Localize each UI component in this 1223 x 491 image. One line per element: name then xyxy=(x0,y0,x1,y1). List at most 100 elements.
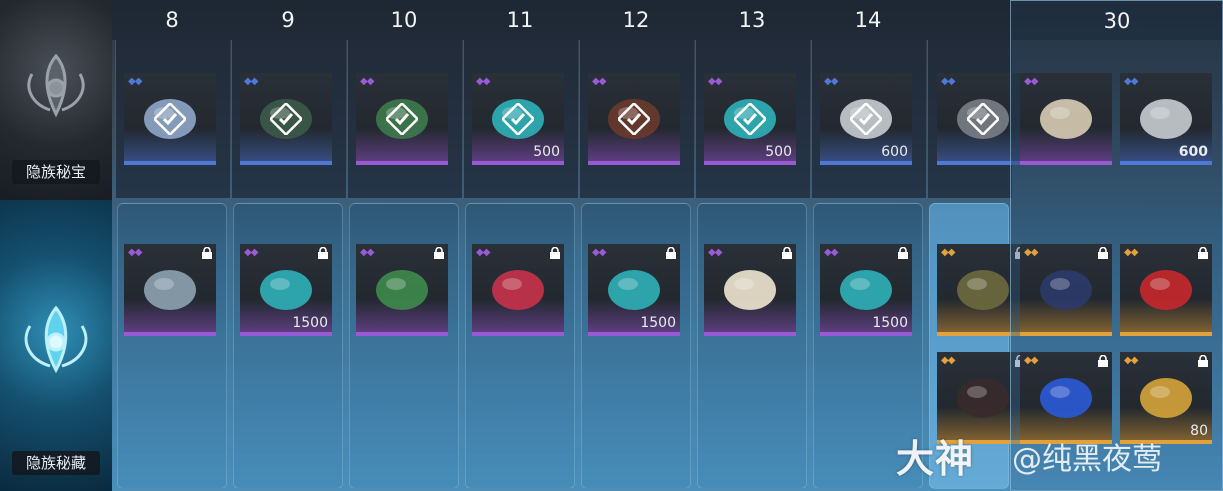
lock-icon xyxy=(1098,355,1108,367)
watermark-brand: 大神 xyxy=(896,437,975,481)
tier-sidebar: 隐族秘宝 隐族秘藏 xyxy=(0,0,112,491)
rarity-bar xyxy=(124,332,216,336)
day-number: 12 xyxy=(622,8,650,32)
rarity-mark-icon: ◆◆ xyxy=(476,247,490,258)
rarity-bar xyxy=(704,161,796,165)
claimed-check-icon xyxy=(967,103,999,135)
reward-item[interactable]: ◆◆ 600 xyxy=(820,73,912,165)
cyan-feather-icon xyxy=(260,270,312,310)
reward-item[interactable]: ◆◆ 1500 xyxy=(588,244,680,336)
reward-item[interactable]: ◆◆ 80 xyxy=(1120,352,1212,444)
rarity-mark-icon: ◆◆ xyxy=(941,76,955,87)
dark-hood-icon xyxy=(957,378,1009,418)
item-count: 500 xyxy=(765,144,792,160)
rarity-bar xyxy=(1020,161,1112,165)
reward-item[interactable]: ◆◆ xyxy=(588,73,680,165)
reward-item[interactable]: ◆◆ 500 xyxy=(704,73,796,165)
rarity-bar xyxy=(820,161,912,165)
rarity-bar xyxy=(588,161,680,165)
cyan-feather-icon xyxy=(608,270,660,310)
rarity-mark-icon: ◆◆ xyxy=(1124,76,1138,87)
reward-item[interactable]: ◆◆ xyxy=(124,73,216,165)
dark-armor-icon xyxy=(1040,270,1092,310)
cyan-feather-icon xyxy=(840,270,892,310)
rarity-mark-icon: ◆◆ xyxy=(1124,355,1138,366)
rarity-mark-icon: ◆◆ xyxy=(708,247,722,258)
rarity-bar xyxy=(240,332,332,336)
silver-coin-icon xyxy=(1140,99,1192,139)
rarity-mark-icon: ◆◆ xyxy=(708,76,722,87)
rarity-bar xyxy=(1120,161,1212,165)
reward-item[interactable]: ◆◆ xyxy=(1020,244,1112,336)
reward-item[interactable]: ◆◆ xyxy=(704,244,796,336)
rarity-mark-icon: ◆◆ xyxy=(128,76,142,87)
reward-item[interactable]: ◆◆ 1500 xyxy=(240,244,332,336)
rarity-bar xyxy=(356,332,448,336)
rarity-mark-icon: ◆◆ xyxy=(1124,247,1138,258)
rarity-mark-icon: ◆◆ xyxy=(824,247,838,258)
claimed-check-icon xyxy=(270,103,302,135)
lock-icon xyxy=(782,247,792,259)
rarity-mark-icon: ◆◆ xyxy=(592,76,606,87)
reward-item[interactable]: ◆◆ xyxy=(356,244,448,336)
rarity-mark-icon: ◆◆ xyxy=(592,247,606,258)
free-tier-label: 隐族秘宝 xyxy=(12,160,100,184)
reward-item[interactable]: ◆◆ xyxy=(472,244,564,336)
rarity-mark-icon: ◆◆ xyxy=(360,247,374,258)
lock-icon xyxy=(1198,247,1208,259)
claimed-check-icon xyxy=(386,103,418,135)
rarity-bar xyxy=(704,332,796,336)
item-count: 500 xyxy=(533,144,560,160)
day-number: 11 xyxy=(506,8,534,32)
claimed-check-icon xyxy=(618,103,650,135)
claimed-check-icon xyxy=(734,103,766,135)
day-number: 13 xyxy=(738,8,766,32)
item-count: 1500 xyxy=(292,315,328,331)
rarity-mark-icon: ◆◆ xyxy=(360,76,374,87)
rarity-bar xyxy=(820,332,912,336)
reward-item[interactable]: ◆◆ xyxy=(124,244,216,336)
reward-item[interactable]: ◆◆ xyxy=(240,73,332,165)
sticker-girl-icon xyxy=(724,270,776,310)
rarity-mark-icon: ◆◆ xyxy=(824,76,838,87)
rarity-bar xyxy=(240,161,332,165)
item-count: 80 xyxy=(1190,423,1208,439)
day-number: 14 xyxy=(854,8,882,32)
claimed-check-icon xyxy=(154,103,186,135)
rarity-mark-icon: ◆◆ xyxy=(244,76,258,87)
rarity-bar xyxy=(472,161,564,165)
rarity-mark-icon: ◆◆ xyxy=(476,76,490,87)
red-charm-icon xyxy=(492,270,544,310)
rarity-mark-icon: ◆◆ xyxy=(1024,76,1038,87)
blue-robe-icon xyxy=(1040,99,1092,139)
lock-icon xyxy=(666,247,676,259)
claimed-check-icon xyxy=(850,103,882,135)
red-lantern-icon xyxy=(1140,270,1192,310)
painting-scroll-icon xyxy=(144,270,196,310)
reward-item[interactable]: ◆◆ xyxy=(1120,244,1212,336)
lock-icon xyxy=(434,247,444,259)
rarity-bar xyxy=(1120,332,1212,336)
rarity-bar xyxy=(1020,332,1112,336)
rarity-mark-icon: ◆◆ xyxy=(941,355,955,366)
lock-icon xyxy=(1198,355,1208,367)
item-count: 1500 xyxy=(872,315,908,331)
lock-icon xyxy=(318,247,328,259)
rarity-mark-icon: ◆◆ xyxy=(244,247,258,258)
treasure-chest-icon xyxy=(376,270,428,310)
lock-icon xyxy=(1098,247,1108,259)
reward-item[interactable]: ◆◆ xyxy=(1020,73,1112,165)
reward-item[interactable]: ◆◆ 1500 xyxy=(820,244,912,336)
lock-icon xyxy=(550,247,560,259)
paid-tier-emblem-icon xyxy=(24,305,88,374)
reward-item[interactable]: ◆◆ xyxy=(1020,352,1112,444)
rarity-mark-icon: ◆◆ xyxy=(1024,355,1038,366)
reward-item[interactable]: ◆◆ xyxy=(356,73,448,165)
item-count: 1500 xyxy=(640,315,676,331)
day-number: 9 xyxy=(281,8,295,32)
free-tier-emblem-icon xyxy=(27,53,85,118)
reward-item[interactable]: ◆◆ 500 xyxy=(472,73,564,165)
free-tier-panel: 隐族秘宝 xyxy=(0,0,112,200)
day-number: 30 xyxy=(1103,9,1131,33)
reward-item[interactable]: ◆◆ 600 xyxy=(1120,73,1212,165)
